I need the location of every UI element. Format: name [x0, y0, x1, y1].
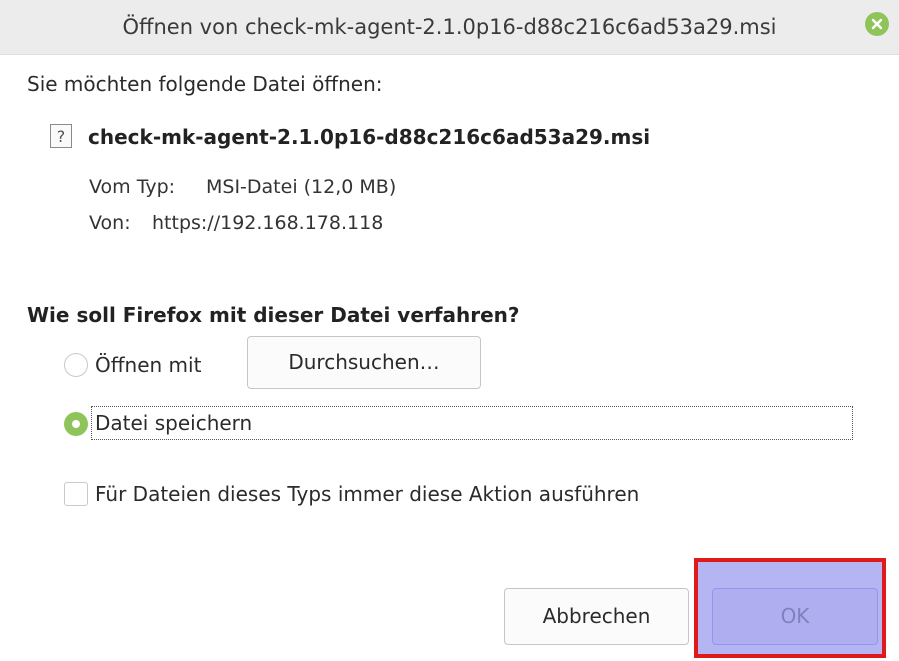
save-file-radio[interactable] — [64, 412, 88, 436]
file-source-label: Von: — [89, 212, 131, 234]
file-source-value: https://192.168.178.118 — [152, 212, 384, 234]
ok-highlight-box — [694, 558, 886, 658]
always-do-checkbox[interactable] — [64, 482, 88, 506]
close-icon[interactable] — [865, 12, 889, 36]
cancel-button[interactable]: Abbrechen — [504, 588, 689, 645]
file-type-label: Vom Typ: — [89, 176, 176, 198]
file-name: check-mk-agent-2.1.0p16-d88c216c6ad53a29… — [88, 125, 651, 149]
open-with-radio[interactable] — [64, 353, 88, 377]
open-with-label[interactable]: Öffnen mit — [95, 353, 201, 377]
unknown-file-icon: ? — [50, 124, 72, 148]
file-type-value: MSI-Datei (12,0 MB) — [206, 176, 397, 198]
save-file-label[interactable]: Datei speichern — [95, 411, 252, 435]
action-question: Wie soll Firefox mit dieser Datei verfah… — [27, 303, 520, 327]
window-title: Öffnen von check-mk-agent-2.1.0p16-d88c2… — [122, 15, 777, 39]
intro-text: Sie möchten folgende Datei öffnen: — [27, 72, 383, 96]
browse-button[interactable]: Durchsuchen… — [247, 336, 481, 389]
close-x-glyph — [871, 18, 883, 30]
title-bar: Öffnen von check-mk-agent-2.1.0p16-d88c2… — [0, 0, 899, 55]
always-do-label[interactable]: Für Dateien dieses Typs immer diese Akti… — [95, 482, 639, 506]
radio-selected-dot — [72, 420, 80, 428]
